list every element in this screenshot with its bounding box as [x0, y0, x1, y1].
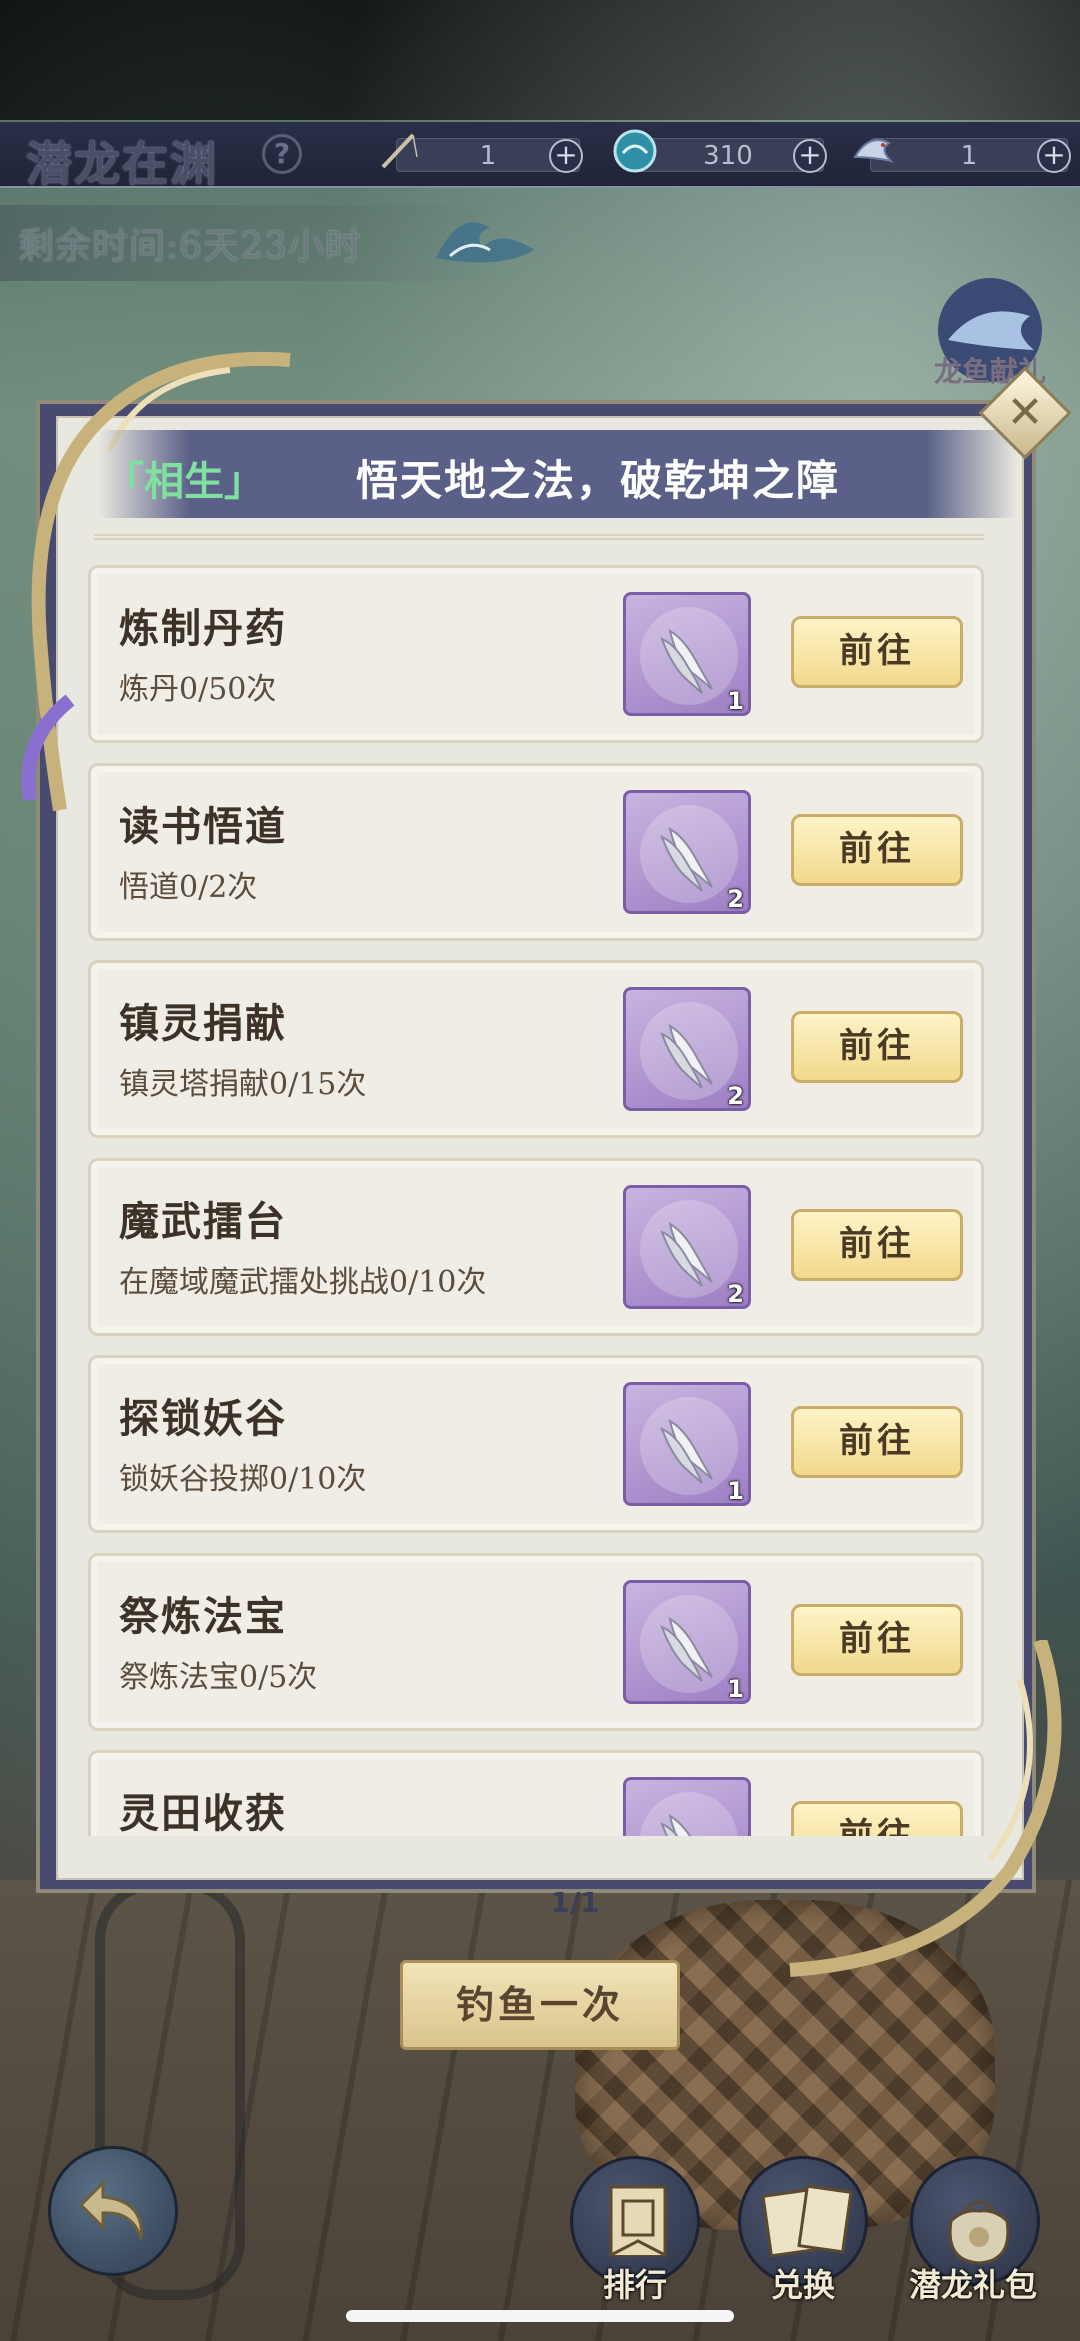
resource-dragon-fish: 1 +: [853, 138, 1071, 173]
task-progress: 祭炼法宝0/5次: [119, 1660, 318, 1695]
top-bar: 潜龙在渊 ? 1 + 310 + 1 +: [0, 122, 1080, 191]
reward-count: 2: [727, 885, 744, 913]
exchange-cards-icon: [761, 2184, 853, 2258]
page-indicator: 1/1: [550, 1886, 600, 1919]
reward-slot[interactable]: 1: [623, 1580, 751, 1704]
task-list[interactable]: 炼制丹药 炼丹0/50次 1 前往 读书悟道 悟道0/2次 2 前往 镇灵捐献 …: [88, 560, 988, 1836]
task-name: 探锁妖谷: [119, 1395, 287, 1442]
close-icon: ✕: [1006, 387, 1044, 438]
home-indicator[interactable]: [346, 2310, 734, 2322]
add-rod-button[interactable]: +: [549, 139, 583, 173]
task-progress: 悟道0/2次: [119, 870, 258, 905]
modal-category-tag: 「相生」: [104, 459, 264, 505]
list-item: 炼制丹药 炼丹0/50次 1 前往: [88, 565, 984, 743]
go-button[interactable]: 前往: [791, 1604, 963, 1676]
list-item: 读书悟道 悟道0/2次 2 前往: [88, 763, 984, 941]
go-button[interactable]: 前往: [791, 1209, 963, 1281]
ranking-label: 排行: [602, 2266, 667, 2304]
wave-icon: [436, 222, 534, 263]
remaining-time-banner: 剩余时间:6天23小时: [0, 205, 500, 281]
fish-once-button[interactable]: 钓鱼一次: [400, 1960, 680, 2050]
reward-slot[interactable]: 2: [623, 790, 751, 914]
list-item: 魔武擂台 在魔域魔武擂处挑战0/10次 2 前往: [88, 1158, 984, 1336]
task-progress: 锁妖谷投掷0/10次: [119, 1462, 367, 1497]
reward-count: 2: [727, 1280, 744, 1308]
list-item: 探锁妖谷 锁妖谷投掷0/10次 1 前往: [88, 1355, 984, 1533]
header-divider: [94, 534, 984, 540]
exchange-label: 兑换: [770, 2266, 835, 2304]
task-progress: 在魔域魔武擂处挑战0/10次: [119, 1265, 487, 1300]
fish-icon: [660, 1023, 713, 1089]
go-button[interactable]: 前往: [791, 1011, 963, 1083]
event-title: 潜龙在渊: [26, 137, 218, 191]
task-name: 灵田收获: [119, 1790, 287, 1836]
add-bait-button[interactable]: +: [793, 139, 827, 173]
resource-rod: 1 +: [381, 133, 583, 173]
list-item: 祭炼法宝 祭炼法宝0/5次 1 前往: [88, 1553, 984, 1731]
fish-icon: [660, 628, 713, 694]
go-button[interactable]: 前往: [791, 814, 963, 886]
reward-count: 2: [727, 1082, 744, 1110]
reward-slot[interactable]: 2: [623, 1185, 751, 1309]
fish-icon: [660, 1813, 692, 1836]
help-icon[interactable]: ?: [262, 134, 302, 174]
resource-bait: 310 +: [613, 129, 827, 173]
go-button[interactable]: 前往: [791, 1406, 963, 1478]
task-progress: 镇灵塔捐献0/15次: [119, 1067, 367, 1102]
reward-count: 1: [727, 1675, 744, 1703]
back-arrow-icon: [78, 2179, 143, 2240]
gift-pack-label: 潜龙礼包: [908, 2266, 1037, 2304]
go-button[interactable]: 前往: [791, 1801, 963, 1836]
reward-slot[interactable]: [623, 1777, 751, 1836]
modal-title: 悟天地之法，破乾坤之障: [356, 456, 841, 505]
reward-slot[interactable]: 1: [623, 1382, 751, 1506]
back-button[interactable]: [48, 2146, 178, 2276]
go-button[interactable]: 前往: [791, 616, 963, 688]
list-item: 镇灵捐献 镇灵塔捐献0/15次 2 前往: [88, 960, 984, 1138]
fish-icon: [660, 826, 713, 892]
reward-count: 1: [727, 1477, 744, 1505]
ranking-banner-icon: [609, 2185, 667, 2257]
reward-slot[interactable]: 2: [623, 987, 751, 1111]
task-name: 镇灵捐献: [119, 1000, 287, 1047]
task-name: 魔武擂台: [119, 1198, 287, 1245]
task-name: 读书悟道: [119, 803, 287, 850]
reward-slot[interactable]: 1: [623, 592, 751, 716]
reward-count: 1: [727, 687, 744, 715]
remaining-time: 剩余时间:6天23小时: [18, 226, 362, 267]
task-name: 祭炼法宝: [119, 1593, 287, 1640]
task-name: 炼制丹药: [119, 605, 287, 652]
gift-pouch-icon: [948, 2200, 1010, 2265]
add-dragon-fish-button[interactable]: +: [1037, 139, 1071, 173]
task-progress: 炼丹0/50次: [119, 672, 277, 707]
fish-icon: [660, 1418, 713, 1484]
fish-icon: [660, 1221, 713, 1287]
list-item: 灵田收获 前往: [88, 1750, 984, 1836]
fish-icon: [660, 1616, 713, 1682]
